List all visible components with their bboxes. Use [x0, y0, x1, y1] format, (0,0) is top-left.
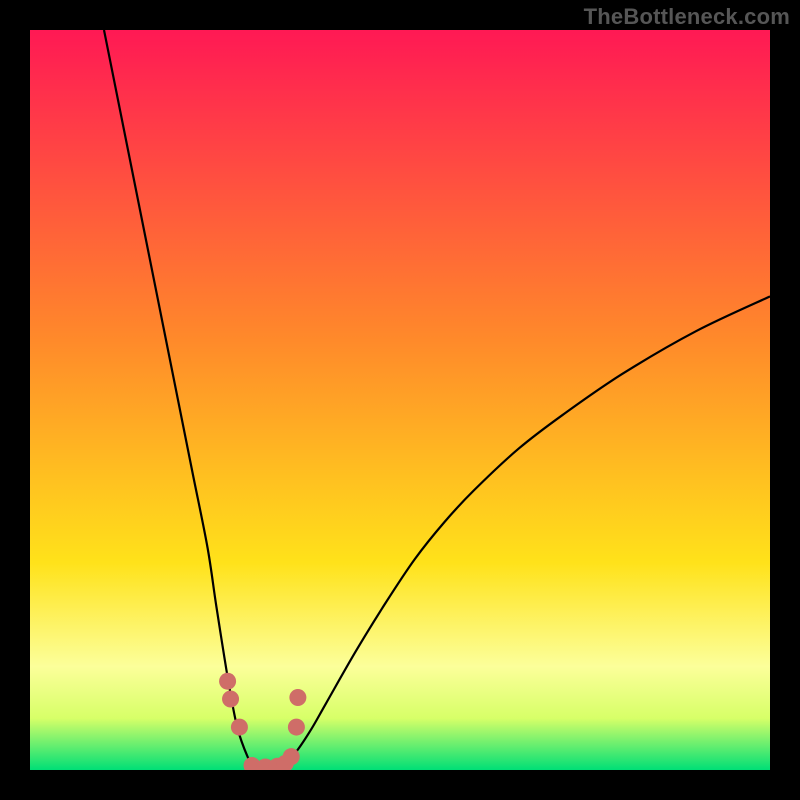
bottleneck-chart: [30, 30, 770, 770]
marker-dot: [288, 719, 305, 736]
marker-dot: [283, 748, 300, 765]
marker-dot: [219, 673, 236, 690]
marker-dot: [289, 689, 306, 706]
marker-dot: [231, 719, 248, 736]
chart-frame: TheBottleneck.com: [0, 0, 800, 800]
marker-dot: [222, 690, 239, 707]
watermark-text: TheBottleneck.com: [584, 4, 790, 30]
gradient-background: [30, 30, 770, 770]
